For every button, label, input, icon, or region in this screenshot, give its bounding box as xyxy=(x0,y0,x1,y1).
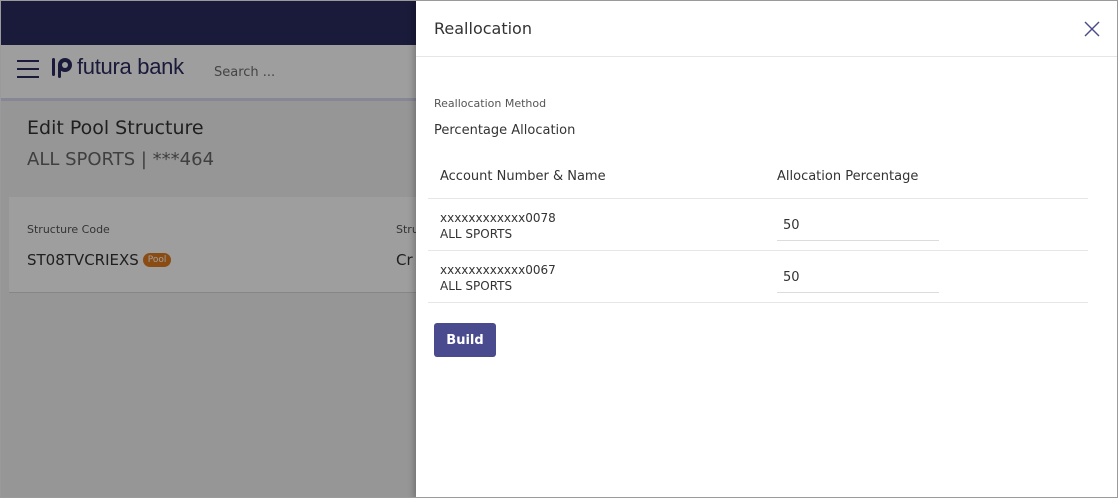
table-row: xxxxxxxxxxxx0067 ALL SPORTS xyxy=(428,251,1088,303)
reallocation-drawer: Reallocation Reallocation Method Percent… xyxy=(416,1,1117,497)
modal-overlay[interactable] xyxy=(1,1,416,497)
app-frame: futura bank Search ... Edit Pool Structu… xyxy=(0,0,1118,498)
allocation-table: Account Number & Name Allocation Percent… xyxy=(428,151,1088,303)
drawer-title: Reallocation xyxy=(434,19,532,38)
table-header: Account Number & Name Allocation Percent… xyxy=(428,151,1088,199)
build-button[interactable]: Build xyxy=(434,323,496,357)
reallocation-method-value: Percentage Allocation xyxy=(434,123,576,138)
account-name: ALL SPORTS xyxy=(440,227,513,241)
allocation-percentage-input[interactable] xyxy=(777,263,939,293)
drawer-header: Reallocation xyxy=(416,1,1117,57)
account-number: xxxxxxxxxxxx0078 xyxy=(440,211,556,225)
column-header-percentage: Allocation Percentage xyxy=(777,169,919,184)
close-icon[interactable] xyxy=(1083,20,1101,38)
column-header-account: Account Number & Name xyxy=(440,169,606,184)
allocation-percentage-input[interactable] xyxy=(777,211,939,241)
table-row: xxxxxxxxxxxx0078 ALL SPORTS xyxy=(428,199,1088,251)
account-number: xxxxxxxxxxxx0067 xyxy=(440,263,556,277)
account-name: ALL SPORTS xyxy=(440,279,513,293)
reallocation-method-label: Reallocation Method xyxy=(434,97,547,110)
